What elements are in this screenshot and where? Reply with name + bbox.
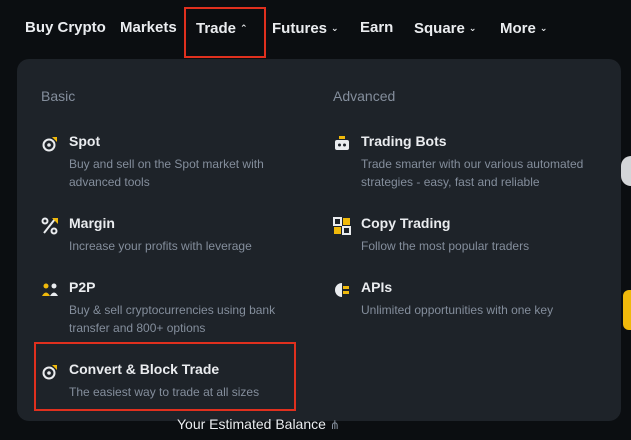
menu-item-apis[interactable]: APIs Unlimited opportunities with one ke…	[333, 279, 613, 319]
menu-item-spot-desc: Buy and sell on the Spot market with adv…	[69, 157, 264, 189]
menu-item-copy-trading-desc: Follow the most popular traders	[361, 239, 530, 253]
menu-item-spot-title: Spot	[69, 133, 101, 149]
menu-item-copy-trading-title: Copy Trading	[361, 215, 451, 231]
background-decoration	[621, 156, 631, 186]
spot-icon	[41, 135, 59, 153]
api-icon	[333, 281, 351, 299]
menu-item-margin[interactable]: Margin Increase your profits with levera…	[41, 215, 301, 255]
advanced-section-title: Advanced	[333, 88, 396, 104]
margin-icon	[41, 217, 59, 235]
menu-item-margin-desc: Increase your profits with leverage	[69, 239, 252, 253]
chevron-down-icon: ⌄	[331, 23, 339, 33]
nav-buy-crypto-label: Buy Crypto	[25, 19, 106, 36]
background-decoration-accent	[623, 290, 631, 330]
menu-item-apis-desc: Unlimited opportunities with one key	[361, 303, 554, 317]
menu-item-margin-title: Margin	[69, 215, 115, 231]
nav-earn[interactable]: Earn	[360, 19, 393, 37]
menu-item-spot[interactable]: Spot Buy and sell on the Spot market wit…	[41, 133, 301, 189]
eye-hidden-icon[interactable]: ⋔	[330, 418, 340, 432]
nav-buy-crypto[interactable]: Buy Crypto	[25, 19, 106, 37]
copy-trading-icon	[333, 217, 351, 235]
convert-highlight-box	[34, 342, 296, 411]
chevron-down-icon: ⌄	[539, 23, 548, 33]
trade-highlight-box	[184, 7, 266, 58]
nav-more-label: More	[500, 20, 536, 37]
nav-square[interactable]: Square ⌄	[414, 19, 476, 38]
nav-futures-label: Futures	[272, 20, 328, 37]
menu-item-trading-bots[interactable]: Trading Bots Trade smarter with our vari…	[333, 133, 613, 189]
nav-futures[interactable]: Futures ⌄	[272, 19, 339, 38]
menu-item-p2p-title: P2P	[69, 279, 96, 295]
nav-markets[interactable]: Markets	[120, 19, 177, 37]
estimated-balance-text: Your Estimated Balance	[177, 416, 326, 432]
estimated-balance-label: Your Estimated Balance ⋔	[177, 416, 340, 432]
menu-item-p2p-desc: Buy & sell cryptocurrencies using bank t…	[69, 303, 276, 335]
nav-markets-label: Markets	[120, 19, 177, 36]
menu-item-trading-bots-desc: Trade smarter with our various automated…	[361, 157, 584, 189]
chevron-down-icon: ⌄	[468, 23, 477, 33]
menu-item-p2p[interactable]: P2P Buy & sell cryptocurrencies using ba…	[41, 279, 301, 335]
nav-earn-label: Earn	[360, 19, 394, 36]
basic-section-title: Basic	[41, 88, 76, 104]
nav-square-label: Square	[414, 20, 465, 37]
p2p-icon	[41, 281, 59, 299]
menu-item-copy-trading[interactable]: Copy Trading Follow the most popular tra…	[333, 215, 613, 255]
nav-more[interactable]: More ⌄	[500, 19, 547, 38]
menu-item-apis-title: APIs	[361, 279, 393, 295]
menu-item-trading-bots-title: Trading Bots	[361, 133, 447, 149]
top-navigation: Buy Crypto Markets Trade ⌃ Futures ⌄ Earn …	[0, 0, 631, 56]
robot-icon	[333, 135, 351, 153]
